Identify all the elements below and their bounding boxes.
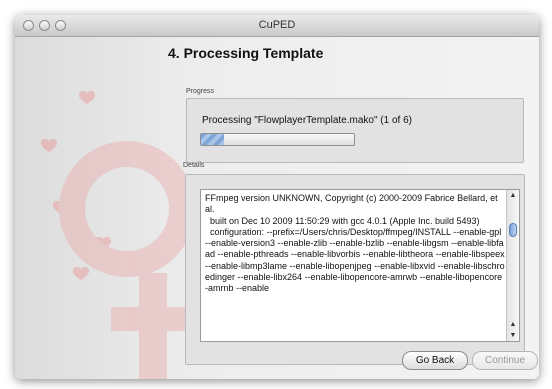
heart-icon — [72, 266, 90, 280]
progress-group-label: Progress — [186, 88, 215, 95]
progress-bar-fill — [201, 134, 224, 145]
scroll-up-arrow-icon[interactable]: ▲ — [507, 319, 519, 330]
progress-group-box — [186, 98, 524, 163]
details-log-text: FFmpeg version UNKNOWN, Copyright (c) 20… — [205, 193, 505, 294]
scroll-down-arrow-icon[interactable]: ▼ — [507, 330, 519, 341]
continue-button[interactable]: Continue — [472, 351, 538, 370]
heart-icon — [40, 138, 58, 152]
female-symbol-crossbar — [111, 307, 195, 331]
progress-bar — [200, 133, 355, 146]
details-group-label: Details — [183, 162, 205, 169]
go-back-button[interactable]: Go Back — [402, 351, 468, 370]
heart-icon — [78, 90, 96, 104]
window-title: CuPED — [258, 19, 296, 31]
title-bar[interactable]: CuPED — [15, 15, 539, 37]
step-heading: 4. Processing Template — [168, 45, 324, 61]
progress-status-text: Processing "FlowplayerTemplate.mako" (1 … — [202, 115, 412, 126]
app-window: CuPED 4. Processing Template Progress De… — [15, 15, 539, 379]
details-log[interactable]: FFmpeg version UNKNOWN, Copyright (c) 20… — [200, 189, 520, 342]
scroll-up-arrow-icon[interactable]: ▲ — [507, 190, 519, 201]
scroll-thumb[interactable] — [509, 223, 517, 237]
details-scrollbar[interactable]: ▲ ▲ ▼ — [506, 190, 519, 341]
female-symbol-icon — [59, 141, 195, 277]
